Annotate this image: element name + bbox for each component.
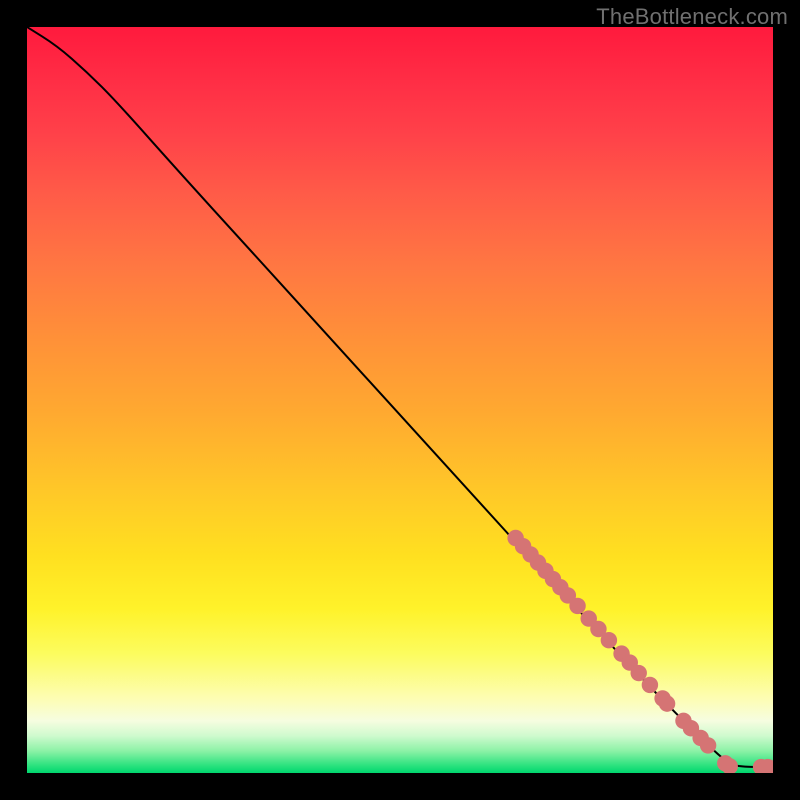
data-point xyxy=(700,737,716,753)
curve-layer xyxy=(27,27,773,767)
chart-svg xyxy=(27,27,773,773)
plot-area xyxy=(27,27,773,773)
bottleneck-curve xyxy=(27,27,773,767)
data-point xyxy=(601,632,617,648)
watermark-text: TheBottleneck.com xyxy=(596,4,788,30)
data-point xyxy=(569,598,585,614)
data-point xyxy=(659,695,675,711)
data-point xyxy=(642,677,658,693)
chart-stage: TheBottleneck.com xyxy=(0,0,800,800)
scatter-layer xyxy=(507,530,773,773)
data-point xyxy=(631,665,647,681)
